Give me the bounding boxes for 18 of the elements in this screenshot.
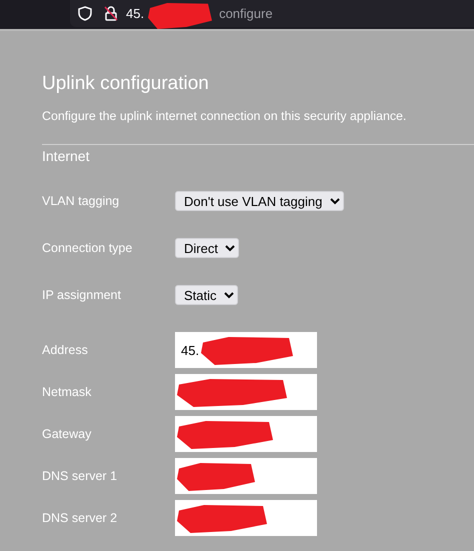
field-label: VLAN tagging [42, 193, 120, 210]
field-label: Netmask [42, 384, 92, 402]
url-text[interactable]: configure [219, 4, 273, 24]
page-title: Uplink configuration [42, 73, 210, 96]
dropdown[interactable]: Don't use VLAN tagging [175, 191, 344, 212]
field-label: Connection type [42, 240, 134, 258]
field-label: DNS server 2 [42, 510, 118, 528]
field-label: Address [42, 342, 89, 360]
shield-icon[interactable] [78, 6, 92, 21]
insecure-lock-icon[interactable] [104, 6, 118, 21]
section-title: Internet [42, 147, 90, 166]
url-text[interactable]: 45. [126, 4, 144, 24]
field-label: IP assignment [42, 287, 122, 304]
field-label: Gateway [42, 426, 92, 444]
page-description: Configure the uplink internet connection on this security appliance. [42, 108, 408, 125]
dropdown[interactable]: Direct [175, 238, 239, 258]
field-label: DNS server 1 [42, 468, 118, 486]
dropdown[interactable]: Static [175, 285, 238, 306]
